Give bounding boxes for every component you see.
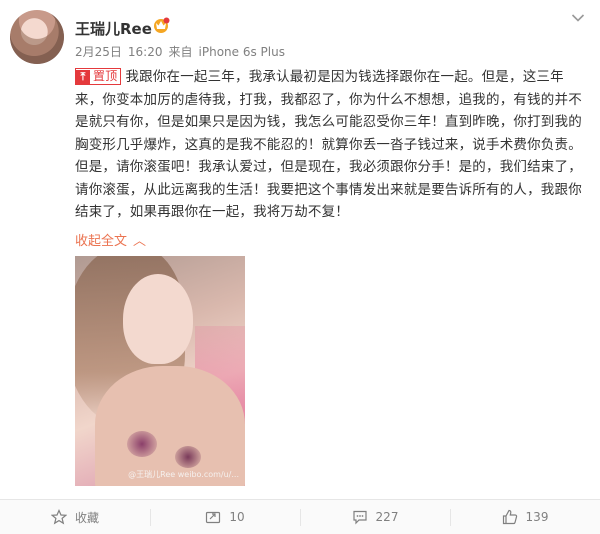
thumbs-up-icon [502, 509, 517, 525]
post-date[interactable]: 2月25日 [75, 45, 122, 59]
post-time[interactable]: 16:20 [128, 45, 163, 59]
weibo-post-card: 王瑞儿Ree 2月25日 16:20 来自 iPhone 6s Plus ⤒ 置顶 我跟你… [0, 0, 600, 534]
collapse-text-link[interactable]: 收起全文 ︿ [75, 230, 146, 249]
favorite-button[interactable]: 收藏 [0, 500, 150, 534]
repost-count: 10 [229, 510, 245, 524]
avatar[interactable] [10, 10, 64, 64]
post-meta: 2月25日 16:20 来自 iPhone 6s Plus [75, 43, 291, 60]
comment-icon [352, 510, 367, 525]
comment-button[interactable]: 227 [300, 500, 450, 534]
like-button[interactable]: 139 [450, 500, 600, 534]
more-options-button[interactable] [568, 8, 588, 28]
pin-icon: ⤒ [76, 70, 90, 84]
action-bar: 收藏 10 227 139 [0, 499, 600, 534]
like-count: 139 [525, 510, 549, 524]
username[interactable]: 王瑞儿Ree [75, 18, 152, 39]
chevron-down-icon [571, 14, 585, 22]
pinned-badge: ⤒ 置顶 [75, 68, 122, 85]
photo-watermark: @王瑞儿Ree weibo.com/u/... [128, 470, 239, 479]
star-icon [50, 509, 67, 525]
vip-crown-icon[interactable] [150, 16, 172, 34]
post-source[interactable]: iPhone 6s Plus [199, 45, 285, 59]
post-source-prefix: 来自 [168, 45, 193, 59]
post-photo[interactable]: @王瑞儿Ree weibo.com/u/... [75, 256, 245, 486]
repost-button[interactable]: 10 [150, 500, 300, 534]
chevron-up-icon: ︿ [133, 234, 147, 249]
post-body: 我跟你在一起三年，我承认最初是因为钱选择跟你在一起。但是，这三年来，你变本加厉的… [75, 69, 582, 220]
favorite-label: 收藏 [74, 510, 99, 525]
repost-icon [206, 511, 221, 524]
comment-count: 227 [375, 510, 399, 524]
post-text: ⤒ 置顶 我跟你在一起三年，我承认最初是因为钱选择跟你在一起。但是，这三年来，你变本… [75, 66, 585, 224]
